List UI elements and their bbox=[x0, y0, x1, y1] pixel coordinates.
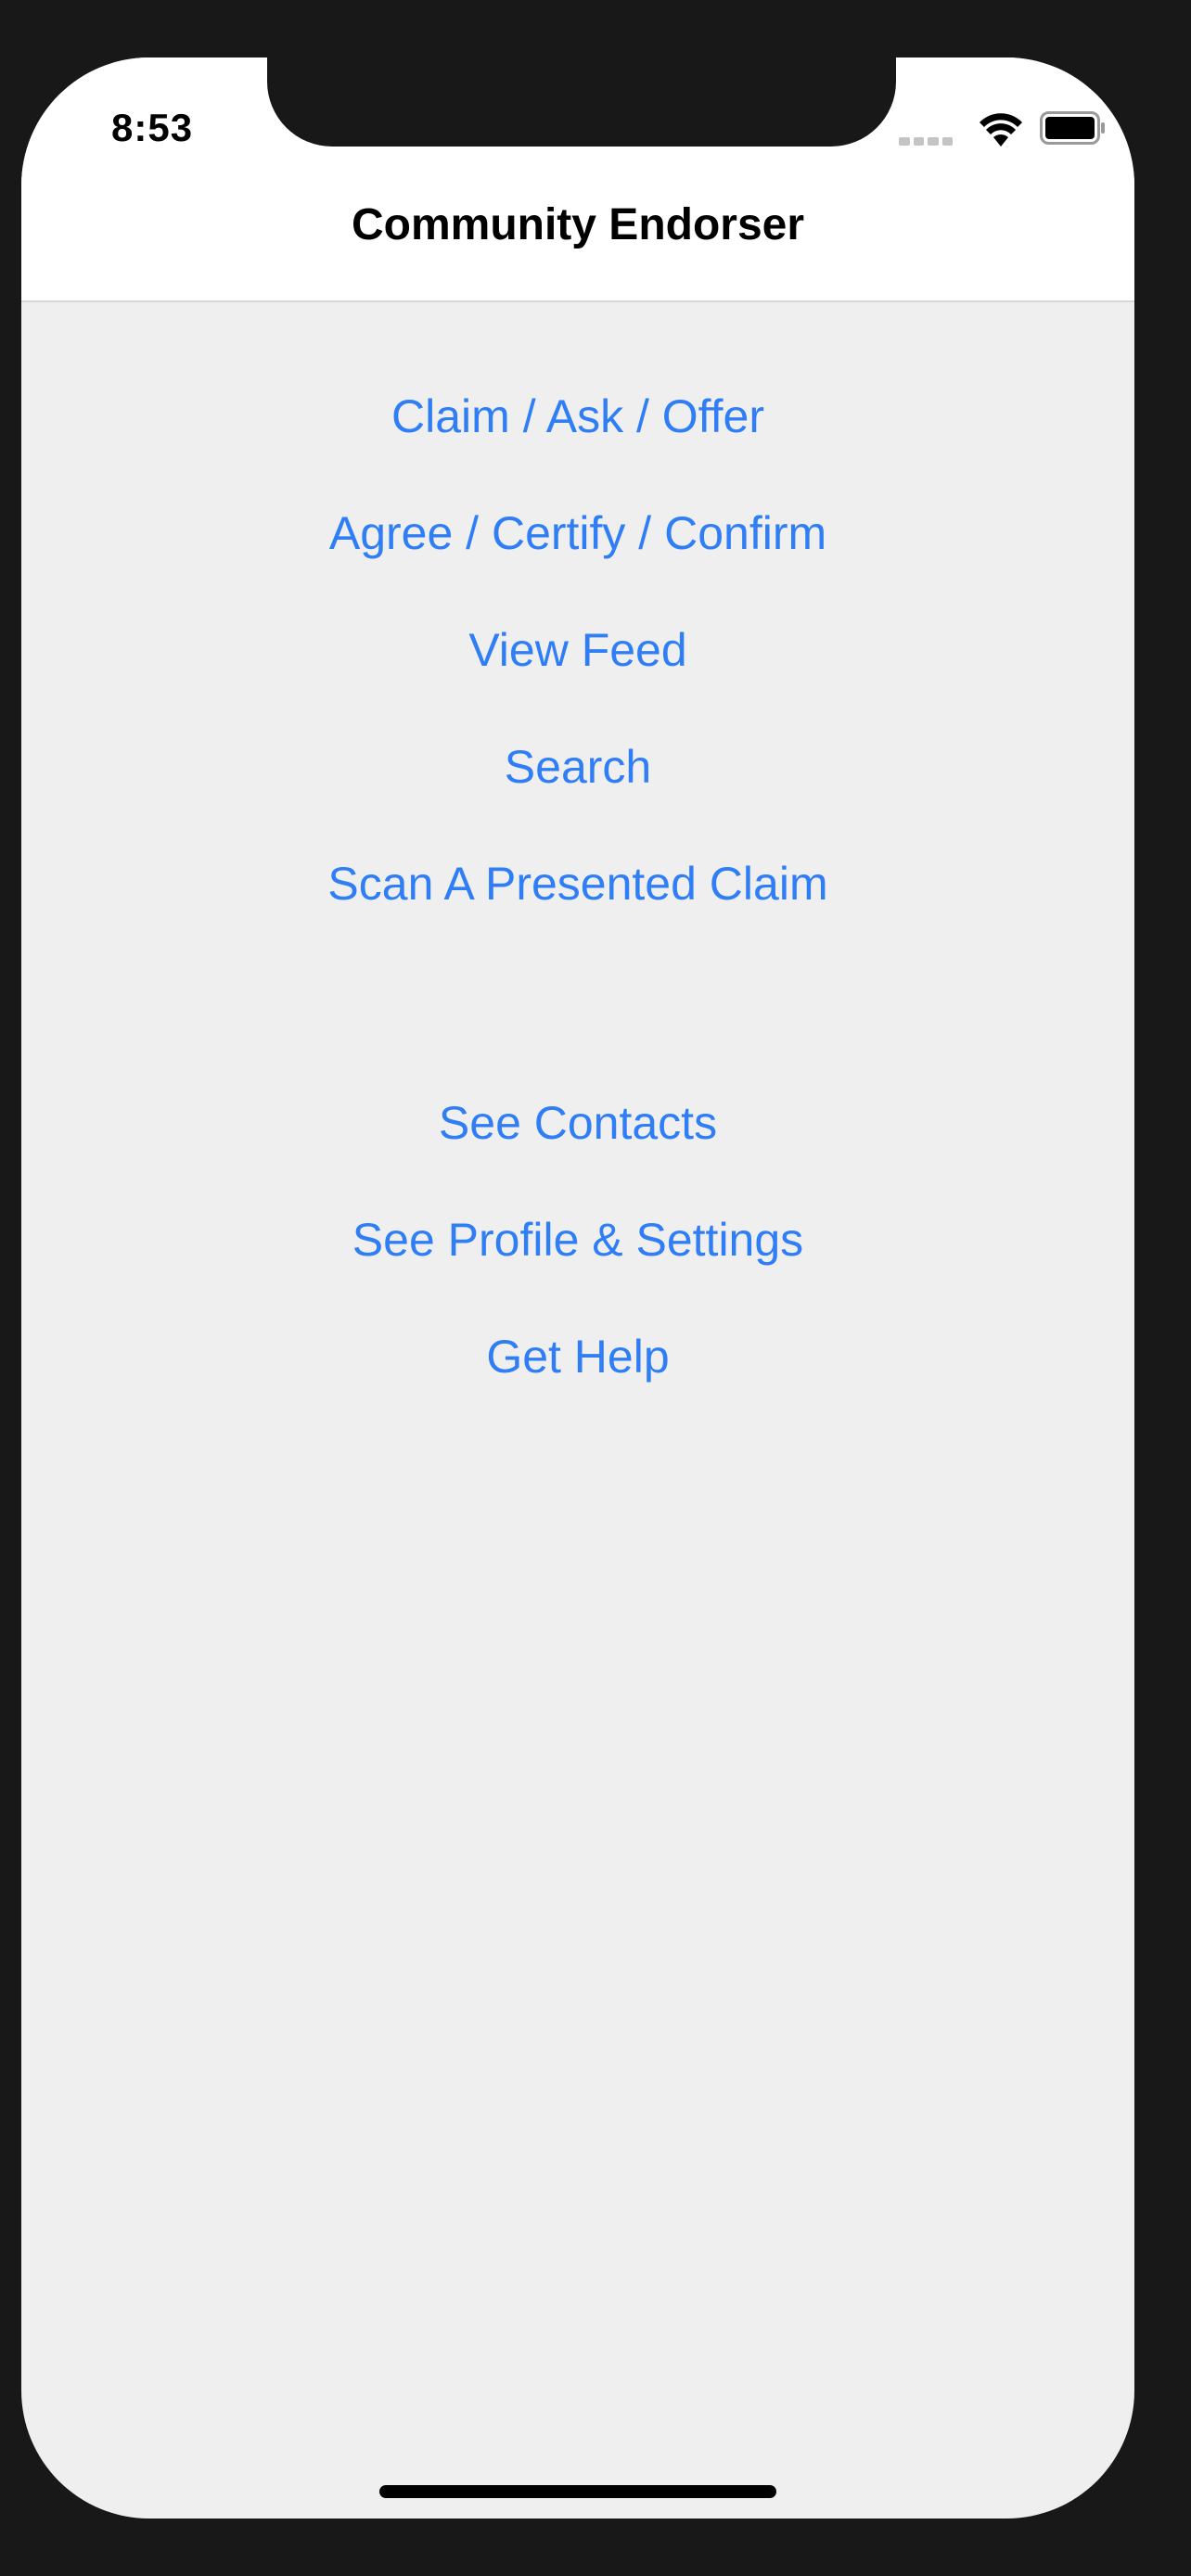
menu-item-claim-ask-offer[interactable]: Claim / Ask / Offer bbox=[21, 389, 1134, 444]
home-indicator[interactable] bbox=[379, 2485, 776, 2498]
menu-item-agree-certify-confirm[interactable]: Agree / Certify / Confirm bbox=[21, 505, 1134, 561]
menu-item-get-help[interactable]: Get Help bbox=[21, 1329, 1134, 1384]
signal-icon bbox=[899, 134, 953, 146]
menu-item-see-contacts[interactable]: See Contacts bbox=[21, 1095, 1134, 1151]
status-time: 8:53 bbox=[111, 106, 194, 149]
menu-item-scan-presented-claim[interactable]: Scan A Presented Claim bbox=[21, 856, 1134, 912]
phone-screen: 8:53 Community Endorser Claim / Ask / Of… bbox=[21, 57, 1134, 2519]
navigation-bar: Community Endorser bbox=[21, 150, 1134, 302]
menu-item-search[interactable]: Search bbox=[21, 739, 1134, 795]
menu-item-profile-settings[interactable]: See Profile & Settings bbox=[21, 1212, 1134, 1268]
menu-item-view-feed[interactable]: View Feed bbox=[21, 622, 1134, 678]
battery-icon bbox=[1040, 111, 1105, 145]
notch bbox=[267, 57, 896, 147]
page-title: Community Endorser bbox=[351, 200, 805, 249]
wifi-icon bbox=[980, 113, 1022, 147]
